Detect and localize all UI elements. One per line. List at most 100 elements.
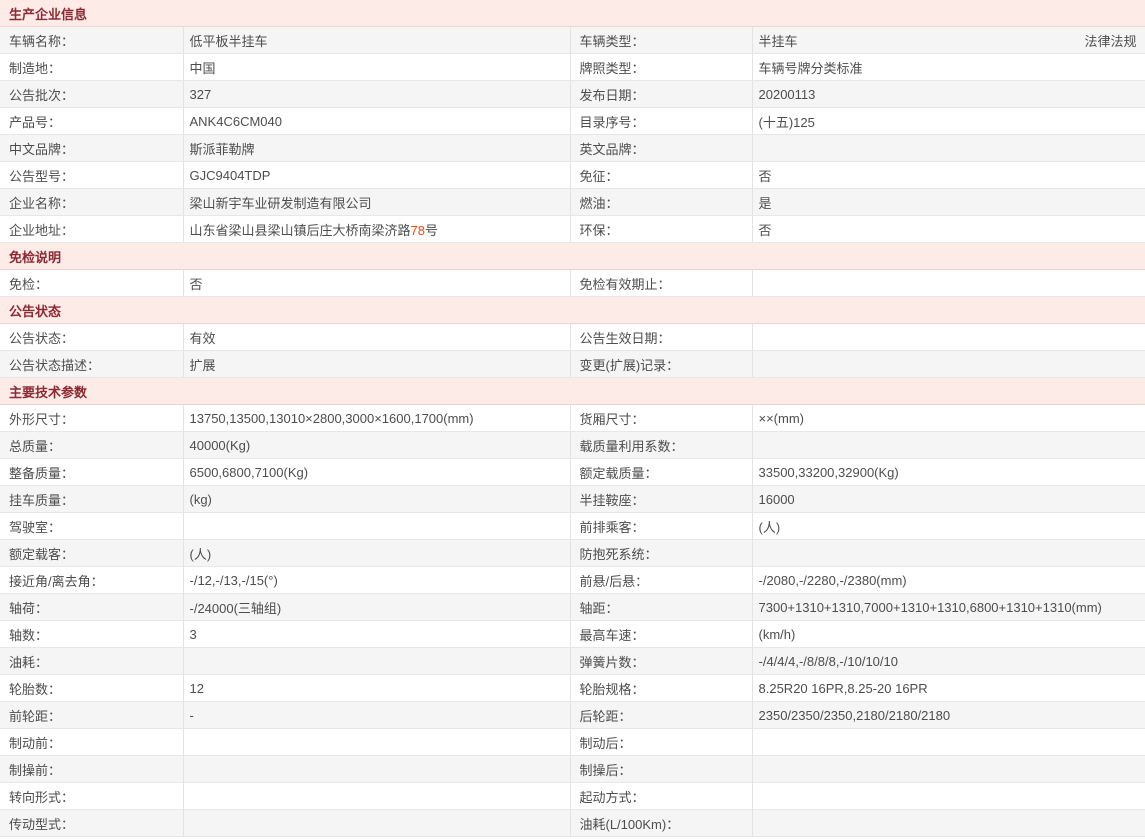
table-row: 制动前： 制动后： — [0, 728, 1145, 756]
field-label: 制造地： — [0, 53, 184, 81]
field-value — [752, 323, 1145, 351]
field-label: 弹簧片数： — [570, 647, 753, 675]
field-label: 公告型号： — [0, 161, 184, 189]
table-row: 免检：否免检有效期止： — [0, 269, 1145, 297]
field-label: 轴数： — [0, 620, 184, 648]
field-label: 传动型式： — [0, 809, 184, 837]
table-row: 公告状态： 有效 公告生效日期： — [0, 323, 1145, 351]
field-value: (人) — [183, 539, 571, 567]
table-row: 轴荷： -/24000(三轴组) 轴距： 7300+1310+1310,7000+13… — [0, 593, 1145, 621]
field-label: 起动方式： — [570, 782, 753, 810]
field-value — [752, 728, 1145, 756]
highlighted-text: 78 — [410, 222, 425, 238]
field-value: GJC9404TDP — [183, 161, 571, 189]
field-value — [752, 782, 1145, 810]
field-value: 扩展 — [183, 350, 571, 378]
table-row: 公告批次： 327 发布日期： 20200113 — [0, 80, 1145, 108]
field-value: 中国 — [183, 53, 571, 81]
field-value: 斯派菲勒牌 — [183, 134, 571, 162]
field-value: 是 — [752, 188, 1145, 216]
table-row: 总质量： 40000(Kg) 载质量利用系数： — [0, 431, 1145, 459]
field-value — [752, 350, 1145, 378]
field-value: ××(mm) — [752, 404, 1145, 432]
field-label: 制动前： — [0, 728, 184, 756]
section-header-row: 主要技术参数 — [0, 377, 1145, 405]
field-label: 挂车质量： — [0, 485, 184, 513]
field-value: 20200113 — [752, 80, 1145, 108]
field-value — [183, 755, 571, 783]
section-title: 免检说明 — [0, 242, 1145, 270]
table-row: 额定载客： (人) 防抱死系统： — [0, 539, 1145, 567]
field-label: 最高车速： — [570, 620, 753, 648]
section-title: 公告状态 — [0, 296, 1145, 324]
field-label: 制操后： — [570, 755, 753, 783]
field-label: 总质量： — [0, 431, 184, 459]
field-label: 中文品牌： — [0, 134, 184, 162]
table-row: 中文品牌： 斯派菲勒牌 英文品牌： — [0, 134, 1145, 162]
vehicle-info-table: 生产企业信息 车辆名称： 低平板半挂车 车辆类型： 法律法规 半挂车 制造地： 中国 牌照类型：… — [0, 0, 1145, 837]
field-value: 否 — [752, 161, 1145, 189]
table-row: 公告状态描述： 扩展 变更(扩展)记录： — [0, 350, 1145, 378]
field-label: 制动后： — [570, 728, 753, 756]
field-label: 转向形式： — [0, 782, 184, 810]
field-label: 前轮距： — [0, 701, 184, 729]
table-row: 接近角/离去角： -/12,-/13,-/15(°) 前悬/后悬： -/2080,-/… — [0, 566, 1145, 594]
field-value: -/2080,-/2280,-/2380(mm) — [752, 566, 1145, 594]
field-value: ANK4C6CM040 — [183, 107, 571, 135]
field-value: 16000 — [752, 485, 1145, 513]
field-label: 免检： — [0, 269, 184, 297]
field-value — [752, 809, 1145, 837]
table-row: 制造地： 中国 牌照类型： 车辆号牌分类标准 — [0, 53, 1145, 81]
table-row: 产品号： ANK4C6CM040 目录序号： (十五)125 — [0, 107, 1145, 135]
field-value: 12 — [183, 674, 571, 702]
field-label: 公告批次： — [0, 80, 184, 108]
field-value: 法律法规 半挂车 — [752, 26, 1145, 54]
section-header-row: 生产企业信息 — [0, 0, 1145, 27]
field-label: 接近角/离去角： — [0, 566, 184, 594]
field-label: 外形尺寸： — [0, 404, 184, 432]
laws-regulations-link[interactable]: 法律法规 — [1085, 31, 1137, 50]
field-value: 6500,6800,7100(Kg) — [183, 458, 571, 486]
field-value: 2350/2350/2350,2180/2180/2180 — [752, 701, 1145, 729]
section-title: 主要技术参数 — [0, 377, 1145, 405]
field-label: 免检有效期止： — [570, 269, 753, 297]
field-value-text: 半挂车 — [758, 33, 798, 49]
field-value: 13750,13500,13010×2800,3000×1600,1700(mm… — [183, 404, 571, 432]
field-label: 燃油： — [570, 188, 753, 216]
field-label: 公告生效日期： — [570, 323, 753, 351]
field-value: -/4/4/4,-/8/8/8,-/10/10/10 — [752, 647, 1145, 675]
field-label: 目录序号： — [570, 107, 753, 135]
field-value: 327 — [183, 80, 571, 108]
field-value: 7300+1310+1310,7000+1310+1310,6800+1310+… — [752, 593, 1145, 621]
field-label: 车辆类型： — [570, 26, 753, 54]
field-value: 40000(Kg) — [183, 431, 571, 459]
field-value: (十五)125 — [752, 107, 1145, 135]
field-value: 低平板半挂车 — [183, 26, 571, 54]
field-label: 免征： — [570, 161, 753, 189]
table-row: 前轮距： - 后轮距： 2350/2350/2350,2180/2180/2180 — [0, 701, 1145, 729]
field-label: 轴荷： — [0, 593, 184, 621]
field-label: 英文品牌： — [570, 134, 753, 162]
field-value — [183, 728, 571, 756]
field-label: 企业地址： — [0, 215, 184, 243]
vehicle-detail-page: 生产企业信息 车辆名称： 低平板半挂车 车辆类型： 法律法规 半挂车 制造地： 中国 牌照类型：… — [0, 0, 1145, 837]
field-value: (kg) — [183, 485, 571, 513]
address-text: 号 — [424, 222, 438, 238]
field-label: 公告状态： — [0, 323, 184, 351]
table-row: 驾驶室： 前排乘客： (人) — [0, 512, 1145, 540]
table-row: 转向形式： 起动方式： — [0, 782, 1145, 810]
field-label: 轮胎规格： — [570, 674, 753, 702]
field-label: 发布日期： — [570, 80, 753, 108]
field-label: 前排乘客： — [570, 512, 753, 540]
field-label: 变更(扩展)记录： — [570, 350, 753, 378]
field-label: 载质量利用系数： — [570, 431, 753, 459]
table-row: 油耗： 弹簧片数： -/4/4/4,-/8/8/8,-/10/10/10 — [0, 647, 1145, 675]
field-label: 整备质量： — [0, 458, 184, 486]
field-label: 额定载质量： — [570, 458, 753, 486]
field-value — [183, 512, 571, 540]
field-label: 公告状态描述： — [0, 350, 184, 378]
field-value: 8.25R20 16PR,8.25-20 16PR — [752, 674, 1145, 702]
field-value — [183, 647, 571, 675]
table-row: 公告型号： GJC9404TDP 免征：否 — [0, 161, 1145, 189]
table-row: 制操前： 制操后： — [0, 755, 1145, 783]
